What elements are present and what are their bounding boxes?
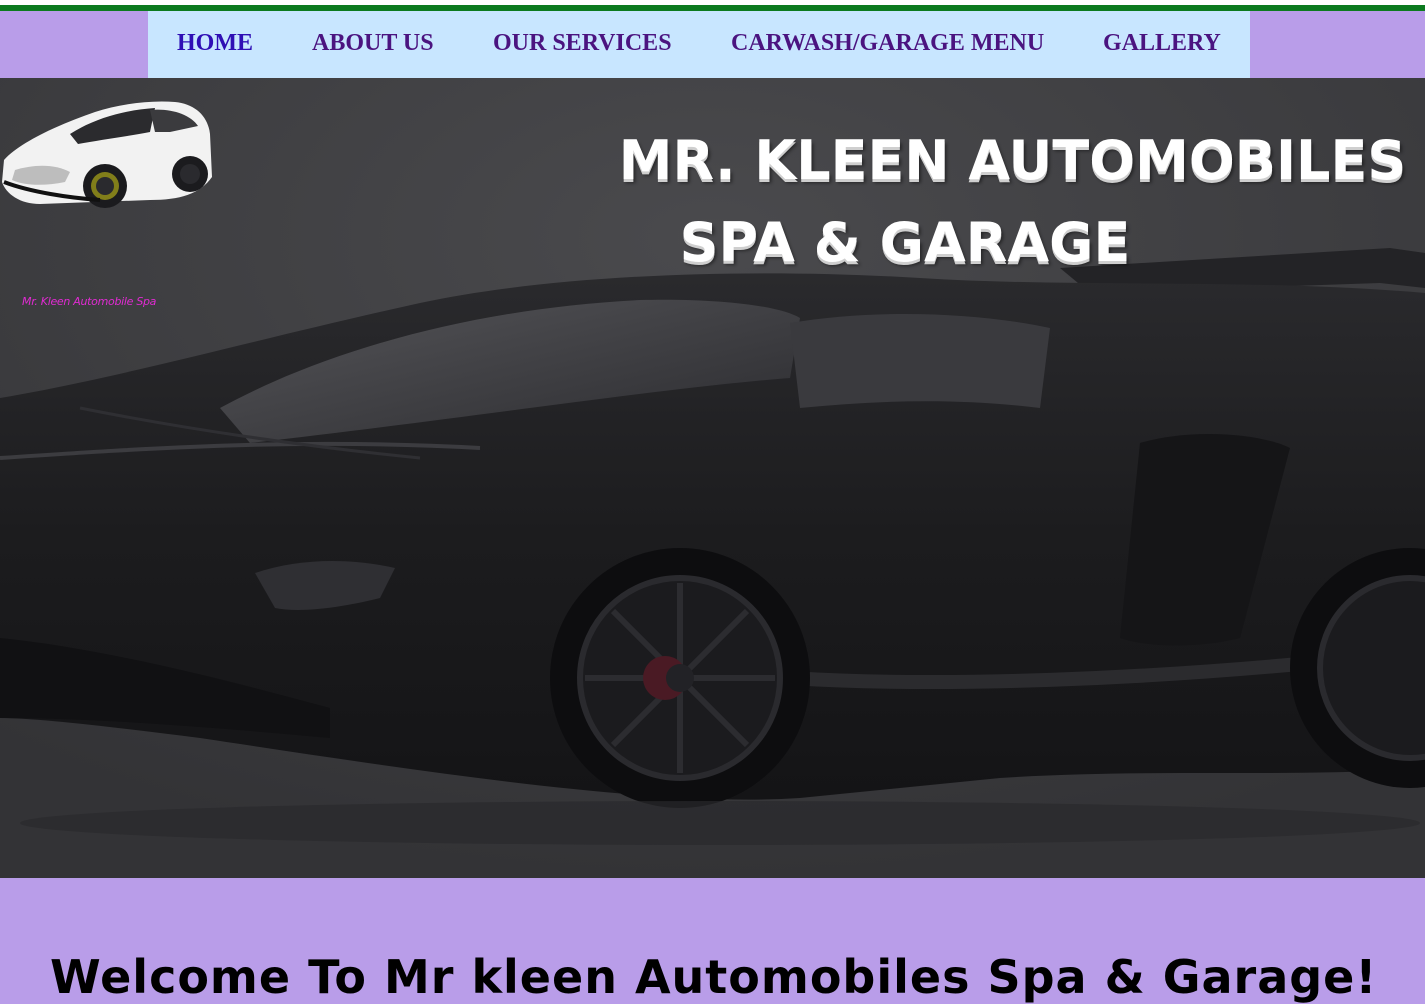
site-logo[interactable]: Mr. Kleen Automobile Spa — [0, 82, 215, 308]
white-sports-car-logo-icon — [2, 101, 212, 208]
nav-about-link[interactable]: ABOUT US — [312, 30, 434, 57]
nav-gallery-link[interactable]: GALLERY — [1103, 30, 1221, 57]
nav-services-link[interactable]: OUR SERVICES — [493, 30, 672, 57]
nav-menu-link[interactable]: CARWASH/GARAGE MENU — [731, 30, 1044, 57]
hero-title-line2: SPA & GARAGE — [679, 211, 1131, 275]
hero-title: MR. KLEEN AUTOMOBILES SPA & GARAGE — [600, 120, 1425, 284]
main-nav: HOME ABOUT US OUR SERVICES CARWASH/GARAG… — [148, 11, 1250, 78]
hero-title-line1: MR. KLEEN AUTOMOBILES — [618, 129, 1407, 193]
nav-home-link[interactable]: HOME — [177, 30, 253, 57]
logo-caption: Mr. Kleen Automobile Spa — [22, 295, 157, 308]
welcome-heading: Welcome To Mr kleen Automobiles Spa & Ga… — [50, 950, 1378, 1004]
